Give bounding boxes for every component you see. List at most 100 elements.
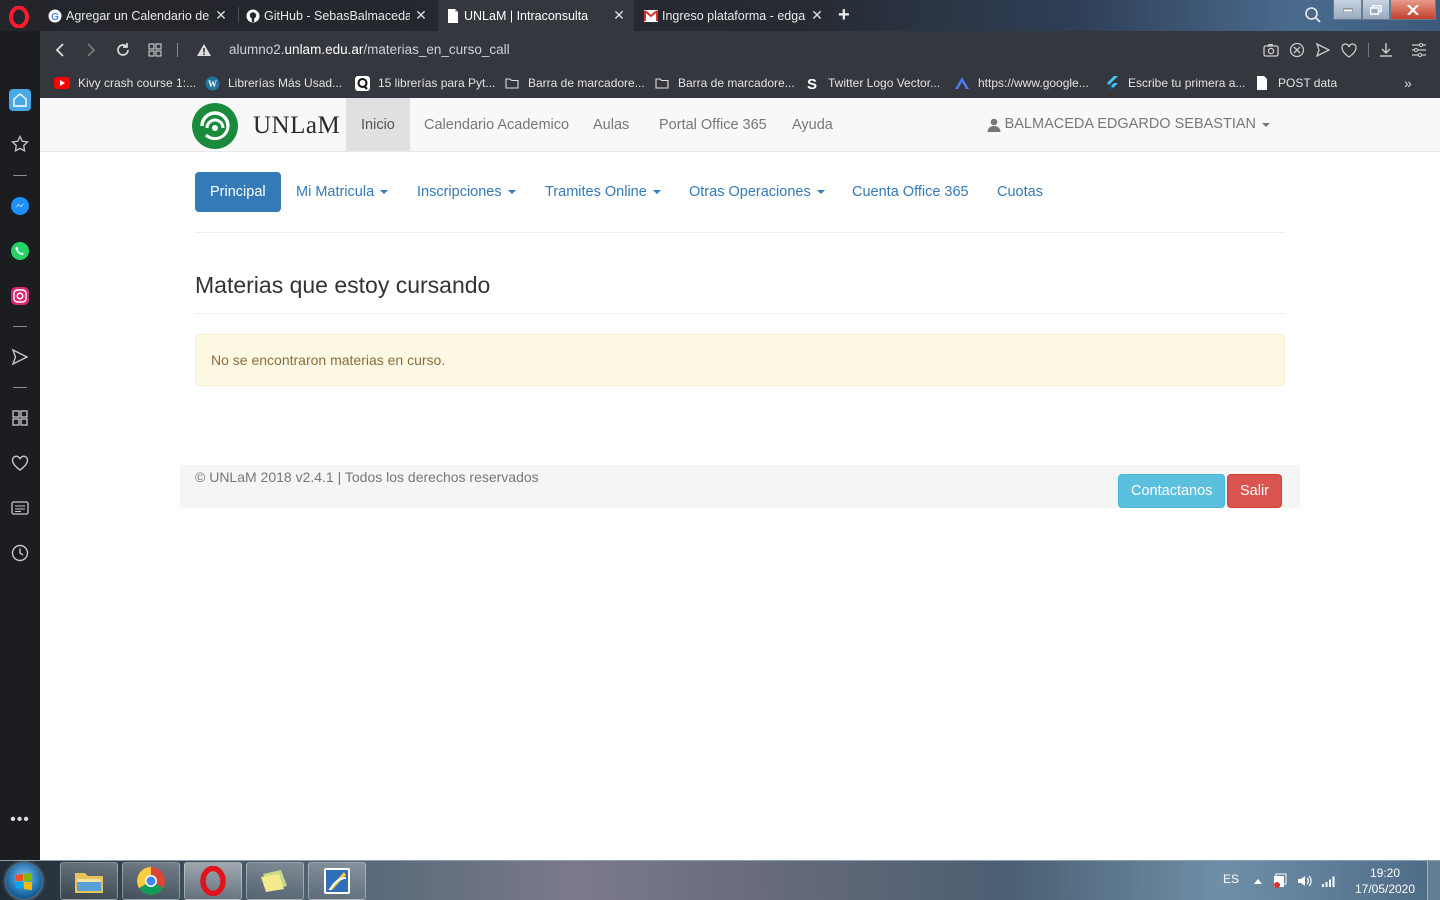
messenger-icon[interactable]	[9, 195, 31, 217]
action-center-icon[interactable]	[1272, 873, 1288, 889]
system-clock[interactable]: 19:20 17/05/2020	[1348, 865, 1422, 897]
close-tab-icon[interactable]: ✕	[414, 7, 428, 24]
taskbar-explorer[interactable]	[60, 862, 118, 900]
bookmark-label: Barra de marcadore...	[678, 76, 795, 90]
bookmark-folder[interactable]: Barra de marcadore...	[504, 75, 645, 91]
news-icon[interactable]	[9, 497, 31, 519]
new-tab-button[interactable]: +	[838, 4, 850, 27]
pill-tramites-online[interactable]: Tramites Online	[530, 172, 676, 212]
opera-icon	[200, 866, 226, 896]
warning-icon[interactable]	[194, 40, 214, 60]
user-menu[interactable]: BALMACEDA EDGARDO SEBASTIAN	[987, 98, 1270, 151]
more-bookmarks-icon[interactable]: »	[1404, 75, 1412, 91]
bookmark-item[interactable]: Escribe tu primera a...	[1104, 75, 1245, 91]
bookmark-item[interactable]: Kivy crash course 1:...	[54, 75, 196, 91]
tab-google-calendar[interactable]: G Agregar un Calendario de G ✕	[40, 0, 236, 31]
minimize-button[interactable]	[1333, 0, 1362, 20]
pill-mi-matricula[interactable]: Mi Matricula	[281, 172, 403, 212]
show-hidden-icons[interactable]	[1250, 873, 1266, 889]
forward-icon[interactable]	[81, 40, 101, 60]
bookmark-item[interactable]: 15 librerías para Pyt...	[354, 75, 495, 91]
bookmark-label: Kivy crash course 1:...	[78, 76, 197, 90]
language-indicator[interactable]: ES	[1223, 872, 1239, 886]
close-tab-icon[interactable]: ✕	[612, 7, 626, 24]
start-button[interactable]	[6, 863, 42, 899]
user-name: BALMACEDA EDGARDO SEBASTIAN	[1004, 116, 1256, 132]
tab-search-icon[interactable]	[1304, 6, 1322, 24]
send-icon[interactable]	[1314, 41, 1332, 59]
nav-ayuda[interactable]: Ayuda	[777, 98, 848, 151]
star-icon[interactable]	[9, 133, 31, 155]
clock-date: 17/05/2020	[1354, 882, 1416, 896]
nav-portal-office-365[interactable]: Portal Office 365	[644, 98, 782, 151]
instagram-icon[interactable]	[9, 285, 31, 307]
speed-dial-grid-icon[interactable]	[145, 40, 165, 60]
close-tab-icon[interactable]: ✕	[810, 7, 824, 24]
taskbar-chrome[interactable]	[122, 862, 180, 900]
maximize-button[interactable]	[1362, 0, 1390, 20]
taskbar-app[interactable]	[308, 862, 366, 900]
volume-icon[interactable]	[1296, 873, 1312, 889]
camera-icon[interactable]	[1262, 41, 1280, 59]
workspaces-grid-icon[interactable]	[9, 407, 31, 429]
network-signal-icon[interactable]	[1321, 873, 1337, 889]
pill-cuenta-office-365[interactable]: Cuenta Office 365	[837, 172, 984, 212]
pill-label: Tramites Online	[545, 184, 647, 200]
favorites-heart-icon[interactable]	[9, 452, 31, 474]
easy-setup-icon[interactable]	[1410, 41, 1428, 59]
bookmark-label: Escribe tu primera a...	[1128, 76, 1246, 90]
tab-gmail[interactable]: Ingreso plataforma - edgar ✕	[636, 0, 832, 31]
more-options-icon[interactable]: •••	[9, 809, 31, 831]
pill-principal[interactable]: Principal	[195, 172, 281, 212]
contact-button[interactable]: Contactanos	[1118, 474, 1226, 508]
whatsapp-icon[interactable]	[9, 240, 31, 262]
bookmarks-bar: Kivy crash course 1:... W Librerías Más …	[40, 68, 1440, 98]
caret-down-icon	[1262, 122, 1270, 127]
caret-down-icon	[507, 190, 516, 195]
tab-github[interactable]: GitHub - SebasBalmaceda/ ✕	[238, 0, 436, 31]
pill-cuotas[interactable]: Cuotas	[982, 172, 1058, 212]
history-clock-icon[interactable]	[9, 542, 31, 564]
logout-button[interactable]: Salir	[1227, 474, 1283, 508]
caret-down-icon	[816, 190, 825, 195]
secondary-nav: Principal Mi Matricula Inscripciones Tra…	[195, 172, 1285, 233]
nav-calendario-academico[interactable]: Calendario Academico	[409, 98, 584, 151]
windows-logo-icon	[16, 872, 32, 891]
opera-logo-icon[interactable]	[8, 6, 30, 28]
bookmark-item[interactable]: https://www.google...	[954, 75, 1089, 91]
unlam-logo-icon	[192, 103, 238, 149]
quote-icon	[354, 75, 370, 91]
adblock-icon[interactable]	[1288, 41, 1306, 59]
close-window-button[interactable]	[1390, 0, 1436, 20]
nav-inicio[interactable]: Inicio	[346, 98, 410, 151]
svg-text:S: S	[807, 76, 817, 91]
bookmark-label: Twitter Logo Vector...	[828, 76, 941, 90]
download-icon[interactable]	[1377, 41, 1395, 59]
send-flow-icon[interactable]	[9, 346, 31, 368]
tab-title: UNLaM | Intraconsulta	[464, 8, 589, 23]
folder-explorer-icon	[75, 873, 103, 893]
pill-label: Inscripciones	[417, 184, 502, 200]
folder-icon	[654, 76, 670, 90]
url-input[interactable]: alumno2.unlam.edu.ar/materias_en_curso_c…	[229, 42, 510, 57]
heart-icon[interactable]	[1340, 41, 1358, 59]
show-desktop-button[interactable]	[1427, 861, 1440, 900]
bookmark-item[interactable]: S Twitter Logo Vector...	[804, 75, 940, 91]
title-divider	[195, 313, 1285, 314]
reload-icon[interactable]	[113, 40, 133, 60]
bookmark-folder[interactable]: Barra de marcadore...	[654, 75, 795, 91]
tab-unlam-active[interactable]: UNLaM | Intraconsulta ✕	[438, 0, 634, 31]
taskbar-opera[interactable]	[184, 862, 242, 900]
warning-alert: No se encontraron materias en curso.	[195, 334, 1285, 386]
taskbar-sticky-notes[interactable]	[246, 862, 304, 900]
pill-otras-operaciones[interactable]: Otras Operaciones	[674, 172, 840, 212]
back-icon[interactable]	[50, 40, 70, 60]
bookmark-item[interactable]: W Librerías Más Usad...	[204, 75, 342, 91]
speed-dial-home-icon[interactable]	[9, 89, 31, 111]
nav-aulas[interactable]: Aulas	[578, 98, 644, 151]
brand[interactable]: UNLaM	[190, 101, 340, 151]
pill-inscripciones[interactable]: Inscripciones	[402, 172, 531, 212]
bookmark-item[interactable]: POST data	[1254, 75, 1337, 91]
toolbar-divider	[1368, 43, 1369, 57]
close-tab-icon[interactable]: ✕	[214, 7, 228, 24]
